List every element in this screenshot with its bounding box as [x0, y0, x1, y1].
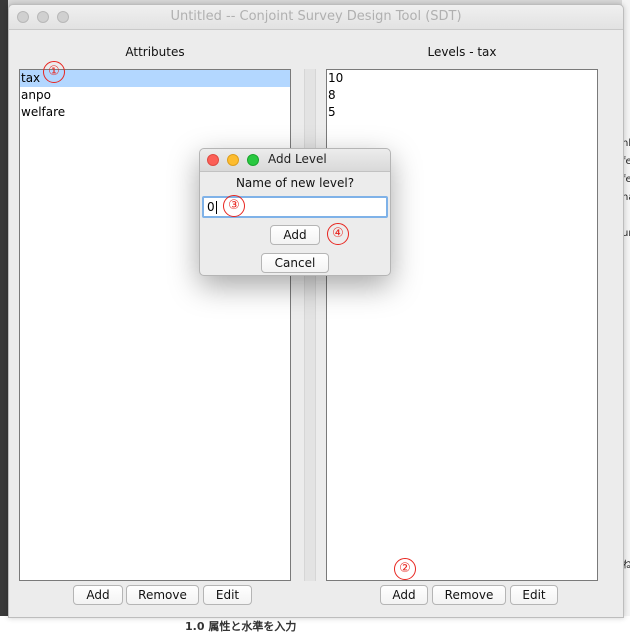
dialog-titlebar[interactable]: Add Level [200, 149, 390, 172]
new-level-input-value: 0 [207, 200, 215, 214]
dialog-close-button[interactable] [207, 154, 219, 166]
annotation-marker-4: ④ [327, 223, 349, 245]
add-level-button[interactable]: Add [380, 585, 428, 605]
annotation-marker-2: ② [394, 558, 416, 580]
dialog-zoom-button[interactable] [247, 154, 259, 166]
remove-level-button[interactable]: Remove [432, 585, 506, 605]
dialog-minimize-button[interactable] [227, 154, 239, 166]
background-heading: 1.0 属性と水準を入力 [185, 620, 297, 633]
window-title: Untitled -- Conjoint Survey Design Tool … [170, 9, 462, 24]
attributes-list[interactable]: tax anpo welfare [19, 69, 291, 581]
remove-attribute-button[interactable]: Remove [126, 585, 199, 605]
desktop-background-left [0, 0, 8, 631]
dialog-cancel-button[interactable]: Cancel [261, 253, 329, 273]
attribute-item-anpo[interactable]: anpo [20, 87, 290, 104]
dialog-prompt: Name of new level? [235, 176, 355, 190]
dialog-add-button[interactable]: Add [270, 225, 320, 245]
level-item[interactable]: 5 [327, 104, 597, 121]
levels-heading: Levels - tax [427, 45, 497, 59]
background-document-strip: 1.0 属性と水準を入力 [0, 616, 630, 633]
dialog-title: Add Level [268, 152, 327, 166]
attribute-item-welfare[interactable]: welfare [20, 104, 290, 121]
main-window: Untitled -- Conjoint Survey Design Tool … [8, 4, 624, 618]
edit-level-button[interactable]: Edit [510, 585, 558, 605]
add-attribute-button[interactable]: Add [73, 585, 123, 605]
panel-divider[interactable] [304, 69, 316, 581]
level-item[interactable]: 10 [327, 70, 597, 87]
attributes-heading: Attributes [125, 45, 185, 59]
edit-attribute-button[interactable]: Edit [203, 585, 252, 605]
levels-list[interactable]: 10 8 5 [326, 69, 598, 581]
annotation-marker-3: ③ [223, 195, 245, 217]
annotation-marker-1: ① [43, 61, 65, 83]
text-caret [215, 201, 217, 214]
level-item[interactable]: 8 [327, 87, 597, 104]
window-titlebar[interactable]: Untitled -- Conjoint Survey Design Tool … [9, 5, 623, 30]
